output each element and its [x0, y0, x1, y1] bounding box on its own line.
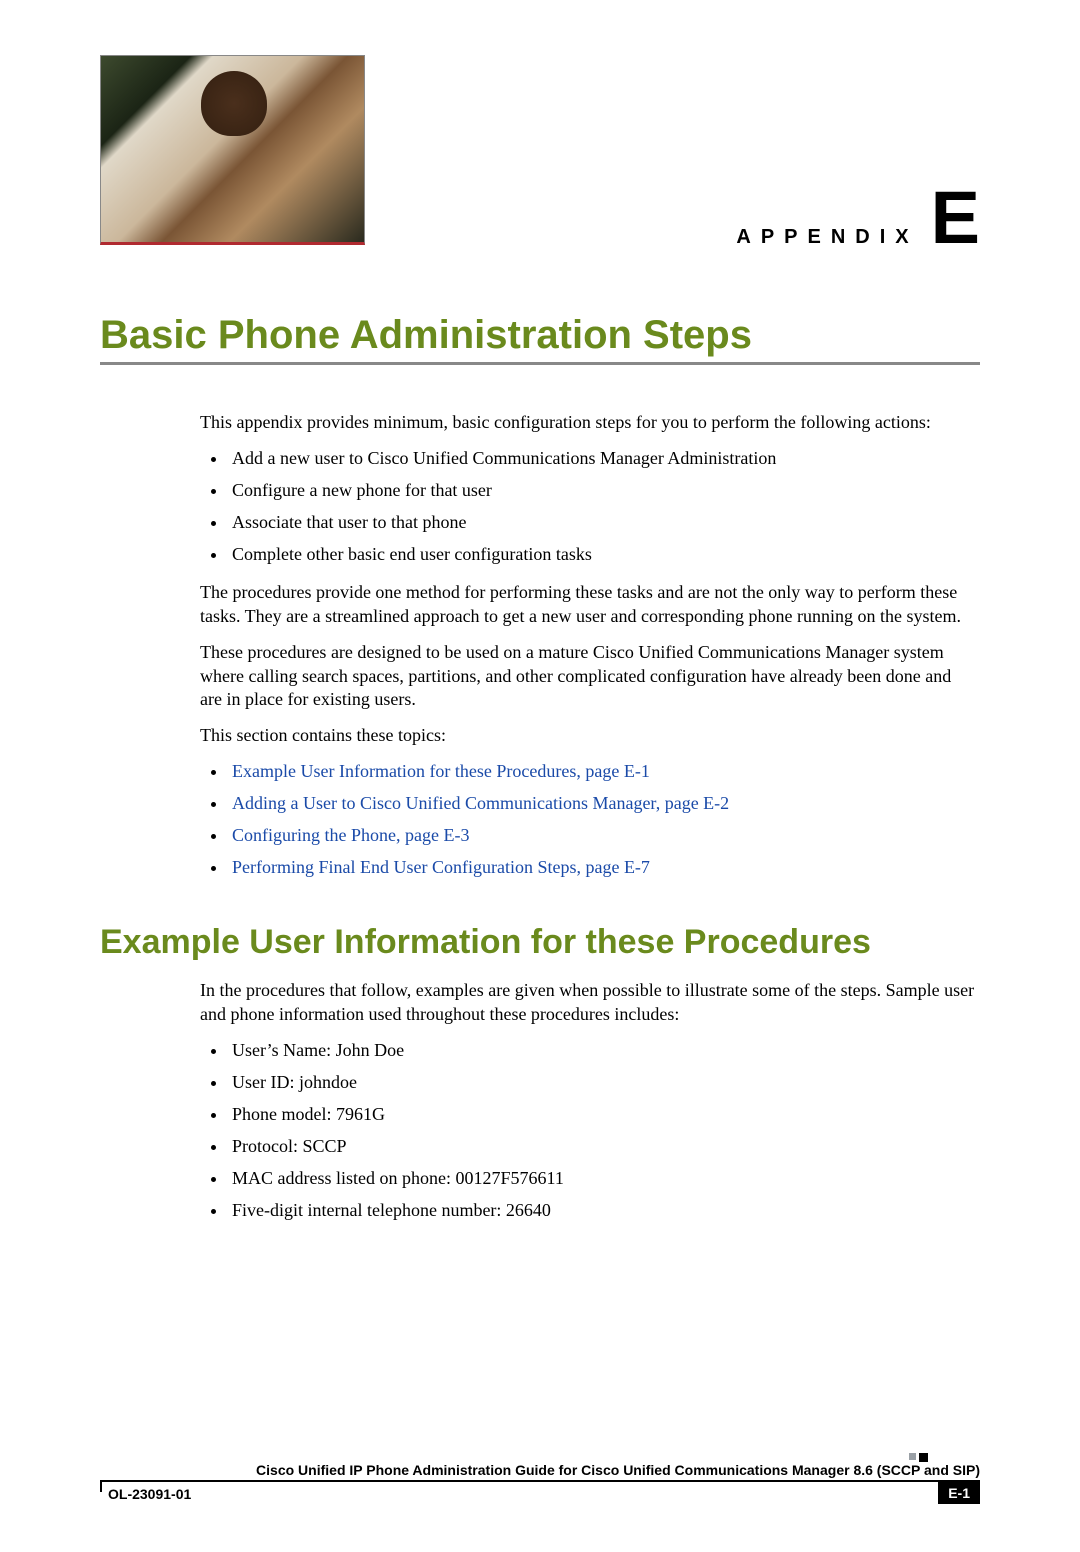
section-heading-user-info: Example User Information for these Proce… — [100, 920, 975, 965]
page-footer: Cisco Unified IP Phone Administration Gu… — [100, 1462, 980, 1508]
actions-list: Add a new user to Cisco Unified Communic… — [200, 447, 975, 567]
topic-link-final-steps[interactable]: Performing Final End User Configuration … — [232, 857, 650, 877]
list-item: MAC address listed on phone: 00127F57661… — [228, 1167, 975, 1191]
topic-link-config-phone[interactable]: Configuring the Phone, page E-3 — [232, 825, 469, 845]
list-item: Performing Final End User Configuration … — [228, 856, 975, 880]
appendix-word: APPENDIX — [736, 226, 918, 248]
list-item: Protocol: SCCP — [228, 1135, 975, 1159]
footer-square-icon — [909, 1453, 916, 1460]
topics-lead: This section contains these topics: — [200, 724, 975, 748]
header-photo — [100, 55, 365, 245]
document-page: APPENDIX E Basic Phone Administration St… — [0, 0, 1080, 1552]
page-title: Basic Phone Administration Steps — [100, 313, 980, 358]
list-item: Add a new user to Cisco Unified Communic… — [228, 447, 975, 471]
list-item: Phone model: 7961G — [228, 1103, 975, 1127]
footer-guide-title: Cisco Unified IP Phone Administration Gu… — [100, 1462, 980, 1478]
footer-tick-icon — [100, 1480, 102, 1492]
footer-page-number: E-1 — [938, 1482, 980, 1504]
list-item: Configuring the Phone, page E-3 — [228, 824, 975, 848]
footer-doc-id: OL-23091-01 — [108, 1486, 191, 1502]
list-item: Configure a new phone for that user — [228, 479, 975, 503]
method-paragraph: The procedures provide one method for pe… — [200, 581, 975, 629]
mature-paragraph: These procedures are designed to be used… — [200, 641, 975, 713]
appendix-header: APPENDIX E — [100, 55, 980, 255]
topics-list: Example User Information for these Proce… — [200, 760, 975, 880]
appendix-letter: E — [931, 176, 980, 259]
footer-square-icon — [919, 1453, 928, 1462]
list-item: Example User Information for these Proce… — [228, 760, 975, 784]
body-text: This appendix provides minimum, basic co… — [200, 411, 975, 1223]
content-area: APPENDIX E Basic Phone Administration St… — [100, 55, 980, 1237]
topic-link-add-user[interactable]: Adding a User to Cisco Unified Communica… — [232, 793, 729, 813]
example-paragraph: In the procedures that follow, examples … — [200, 979, 975, 1027]
appendix-label-block: APPENDIX E — [736, 192, 980, 249]
list-item: User’s Name: John Doe — [228, 1039, 975, 1063]
list-item: User ID: johndoe — [228, 1071, 975, 1095]
list-item: Complete other basic end user configurat… — [228, 543, 975, 567]
footer-row: OL-23091-01 E-1 — [100, 1482, 980, 1508]
intro-paragraph: This appendix provides minimum, basic co… — [200, 411, 975, 435]
list-item: Associate that user to that phone — [228, 511, 975, 535]
userinfo-list: User’s Name: John Doe User ID: johndoe P… — [200, 1039, 975, 1223]
topic-link-user-info[interactable]: Example User Information for these Proce… — [232, 761, 650, 781]
list-item: Five-digit internal telephone number: 26… — [228, 1199, 975, 1223]
title-rule — [100, 362, 980, 365]
list-item: Adding a User to Cisco Unified Communica… — [228, 792, 975, 816]
